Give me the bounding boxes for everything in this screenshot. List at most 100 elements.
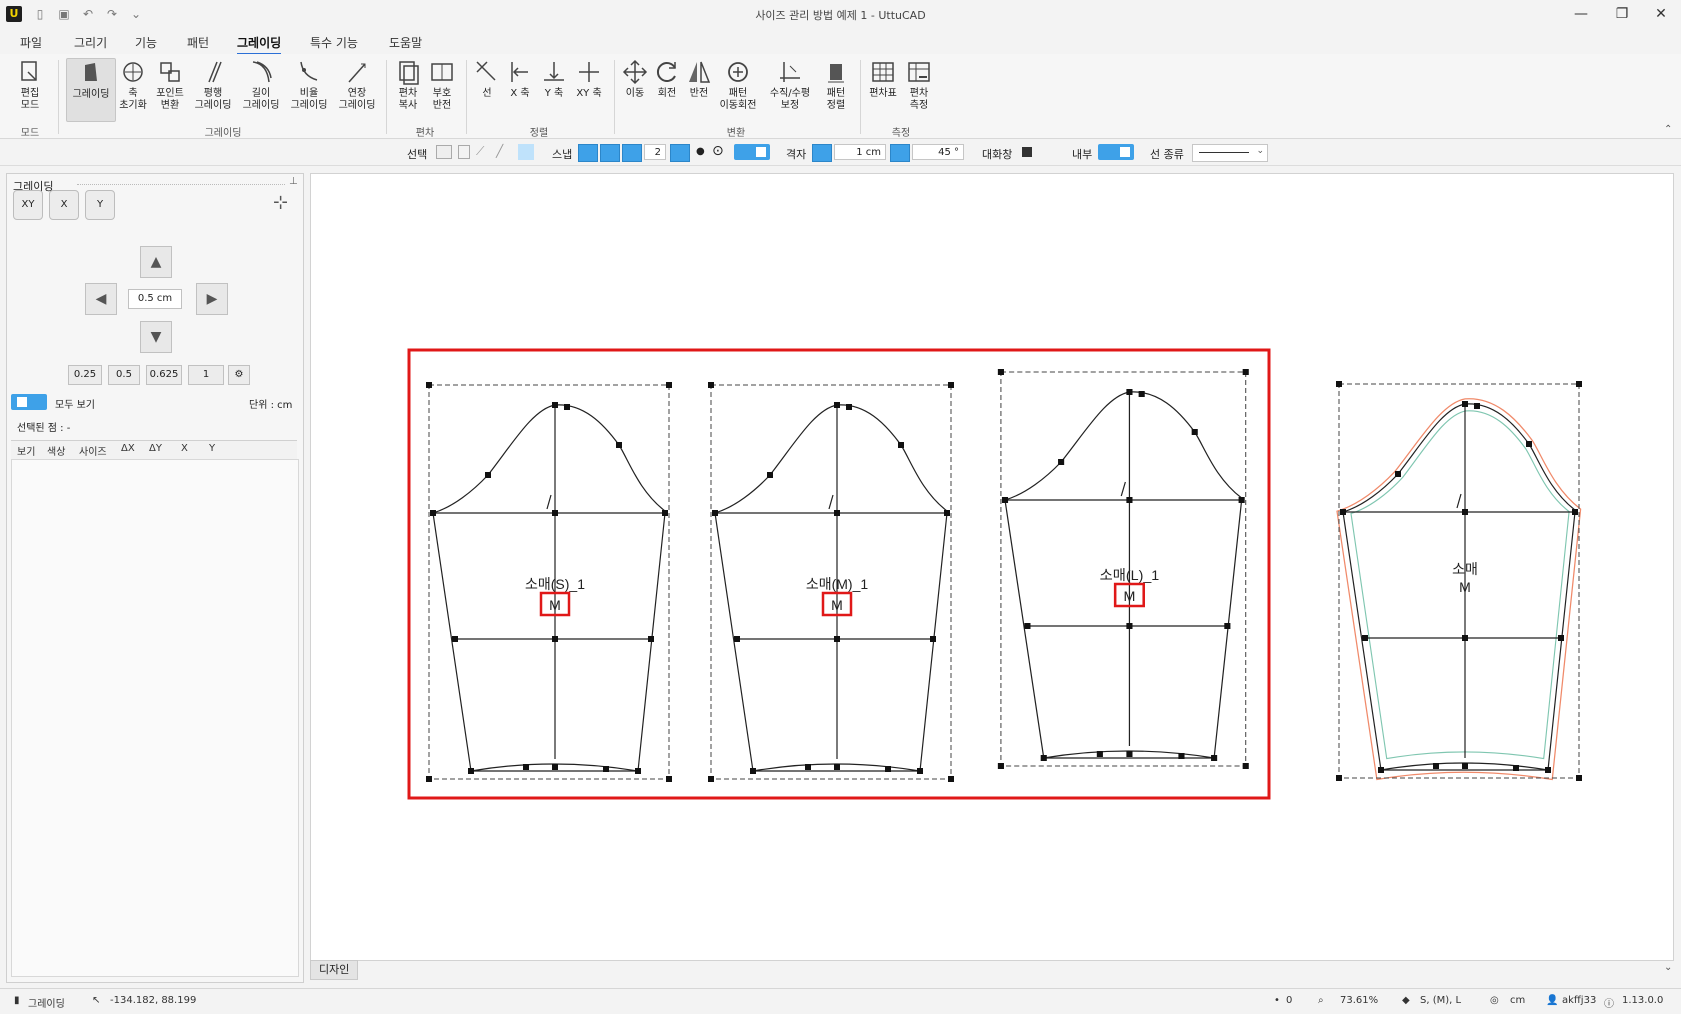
rotate-label: 회전 <box>657 88 677 99</box>
edit-mode-button[interactable]: 편집 모드 <box>12 58 48 112</box>
move-right-button[interactable]: ▶ <box>196 283 228 315</box>
sign-flip-button[interactable]: 부호 반전 <box>426 58 458 112</box>
preset-button[interactable]: 0.25 <box>68 365 102 385</box>
collapse-ribbon-icon[interactable]: ⌃ <box>1664 124 1672 135</box>
extend-grading-button[interactable]: 연장 그레이딩 <box>334 58 380 112</box>
pattern-move-rotate-button[interactable]: 패턴 이동회전 <box>716 58 760 112</box>
axis-reset-button[interactable]: 축 초기화 <box>116 58 150 112</box>
restore-button[interactable]: ❐ <box>1607 4 1637 24</box>
angle-input[interactable]: 45 ° <box>912 144 964 160</box>
tab-draw[interactable]: 그리기 <box>74 34 107 51</box>
ribbon: 편집 모드 모드 그레이딩 축 초기화 포인트 변환 평행 그레이딩 길이 그레… <box>0 54 1681 139</box>
deviation-grid-body[interactable] <box>11 459 299 977</box>
status-zoom[interactable]: 73.61% <box>1340 995 1378 1006</box>
vh-correct-button[interactable]: 수직/수평 보정 <box>762 58 818 112</box>
ratio-grading-button[interactable]: 비율 그레이딩 <box>286 58 332 112</box>
col-dy[interactable]: ΔY <box>149 443 162 454</box>
deviation-table-button[interactable]: 편차표 <box>866 58 900 100</box>
col-dx[interactable]: ΔX <box>121 443 135 454</box>
line-type-select[interactable]: ⌄ <box>1192 144 1268 162</box>
col-view[interactable]: 보기 <box>17 443 35 458</box>
move-left-button[interactable]: ◀ <box>85 283 117 315</box>
move-up-button[interactable]: ▲ <box>140 246 172 278</box>
col-color[interactable]: 색상 <box>47 443 65 458</box>
pattern-sleeve-l[interactable]: 소매(L)_1 M <box>997 368 1250 770</box>
design-tab-dropdown-icon[interactable]: ⌄ <box>1664 962 1672 973</box>
flip-button[interactable]: 반전 <box>684 58 714 100</box>
point-convert-button[interactable]: 포인트 변환 <box>152 58 188 112</box>
show-all-toggle[interactable] <box>11 394 47 410</box>
deviation-measure-button[interactable]: 편차 측정 <box>902 58 936 112</box>
pattern-align-button[interactable]: 패턴 정렬 <box>820 58 852 112</box>
move-button[interactable]: 이동 <box>620 58 650 100</box>
design-canvas[interactable]: 소매(S)_1 M 소매(M)_1 M 소매(L)_1 M 소매 M <box>310 173 1674 961</box>
minimize-button[interactable]: — <box>1566 4 1596 24</box>
pattern-sleeve-s[interactable]: 소매(S)_1 M <box>425 381 673 783</box>
tab-design[interactable]: 디자인 <box>310 960 359 980</box>
y-button[interactable]: Y <box>85 190 115 220</box>
preset-button[interactable]: 1 <box>188 365 224 385</box>
grid-size-input[interactable]: 1 cm <box>834 144 886 160</box>
new-file-icon[interactable]: ▯ <box>32 6 48 22</box>
snap-intersection-icon[interactable] <box>600 144 620 162</box>
move-down-button[interactable]: ▼ <box>140 321 172 353</box>
axis-move-icon[interactable]: ⊹ <box>273 192 288 213</box>
pattern-sleeve-m[interactable]: 소매(M)_1 M <box>707 381 955 783</box>
col-size[interactable]: 사이즈 <box>79 443 107 458</box>
rotate-button[interactable]: 회전 <box>652 58 682 100</box>
x-button[interactable]: X <box>49 190 79 220</box>
step-input[interactable]: 0.5 cm <box>128 289 182 309</box>
redo-icon[interactable]: ↷ <box>104 6 120 22</box>
grading-button[interactable]: 그레이딩 <box>66 58 116 122</box>
tab-help[interactable]: 도움말 <box>389 34 422 51</box>
select-image-icon[interactable] <box>436 145 452 159</box>
quick-access-dropdown-icon[interactable]: ⌄ <box>128 6 144 22</box>
xy-button[interactable]: XY <box>13 190 43 220</box>
preset-button[interactable]: 0.625 <box>146 365 182 385</box>
align-y-button[interactable]: Y 축 <box>538 58 570 100</box>
snap-midpoint-icon[interactable] <box>622 144 642 162</box>
dialog-toggle[interactable] <box>1022 147 1032 157</box>
undo-icon[interactable]: ↶ <box>80 6 96 22</box>
snap-toggle[interactable] <box>734 144 770 160</box>
col-y[interactable]: Y <box>209 443 215 454</box>
snap-endpoint-icon[interactable] <box>578 144 598 162</box>
tab-special-functions[interactable]: 특수 기능 <box>310 34 358 51</box>
select-curve-icon[interactable]: ⟋ <box>476 144 490 158</box>
arrow-right-icon: ▶ <box>206 291 218 307</box>
tab-pattern[interactable]: 패턴 <box>187 34 209 51</box>
status-unit[interactable]: cm <box>1510 995 1525 1006</box>
snap-divisions-input[interactable]: 2 <box>644 144 666 160</box>
grid-icon[interactable] <box>812 144 832 162</box>
tab-grading[interactable]: 그레이딩 <box>237 34 282 55</box>
pin-icon[interactable]: ⊥ <box>289 176 298 187</box>
pattern-name-label: 소매(L)_1 <box>1100 567 1160 583</box>
snap-center-icon[interactable]: ⊙ <box>712 143 724 159</box>
select-pattern-icon[interactable] <box>458 145 470 159</box>
move-icon <box>622 59 648 85</box>
ribbon-separator <box>860 60 861 134</box>
pattern-sleeve-graded[interactable]: 소매 M <box>1335 380 1583 782</box>
close-button[interactable]: ✕ <box>1646 4 1676 24</box>
snap-dot-icon[interactable]: ● <box>696 146 705 157</box>
parallel-grading-button[interactable]: 평행 그레이딩 <box>190 58 236 112</box>
angle-icon[interactable] <box>890 144 910 162</box>
group-label-align: 정렬 <box>529 128 549 139</box>
length-grading-button[interactable]: 길이 그레이딩 <box>238 58 284 112</box>
preset-settings-button[interactable]: ⚙ <box>228 365 250 385</box>
pattern-drawing: 소매(S)_1 M 소매(M)_1 M 소매(L)_1 M 소매 M <box>407 348 1583 800</box>
deviation-copy-button[interactable]: 편차 복사 <box>392 58 424 112</box>
align-line-button[interactable]: 선 <box>472 58 502 100</box>
save-icon[interactable]: ▣ <box>56 6 72 22</box>
select-line-icon[interactable]: ╱ <box>496 144 510 158</box>
preset-button[interactable]: 0.5 <box>108 365 140 385</box>
col-x[interactable]: X <box>181 443 188 454</box>
inner-toggle[interactable] <box>1098 144 1134 160</box>
select-point-icon[interactable] <box>518 144 534 160</box>
tab-file[interactable]: 파일 <box>20 34 42 51</box>
align-xy-button[interactable]: XY 축 <box>572 58 606 100</box>
tab-function[interactable]: 기능 <box>135 34 157 51</box>
align-x-button[interactable]: X 축 <box>504 58 536 100</box>
snap-tangent-icon[interactable] <box>670 144 690 162</box>
status-sizes[interactable]: S, (M), L <box>1420 995 1461 1006</box>
